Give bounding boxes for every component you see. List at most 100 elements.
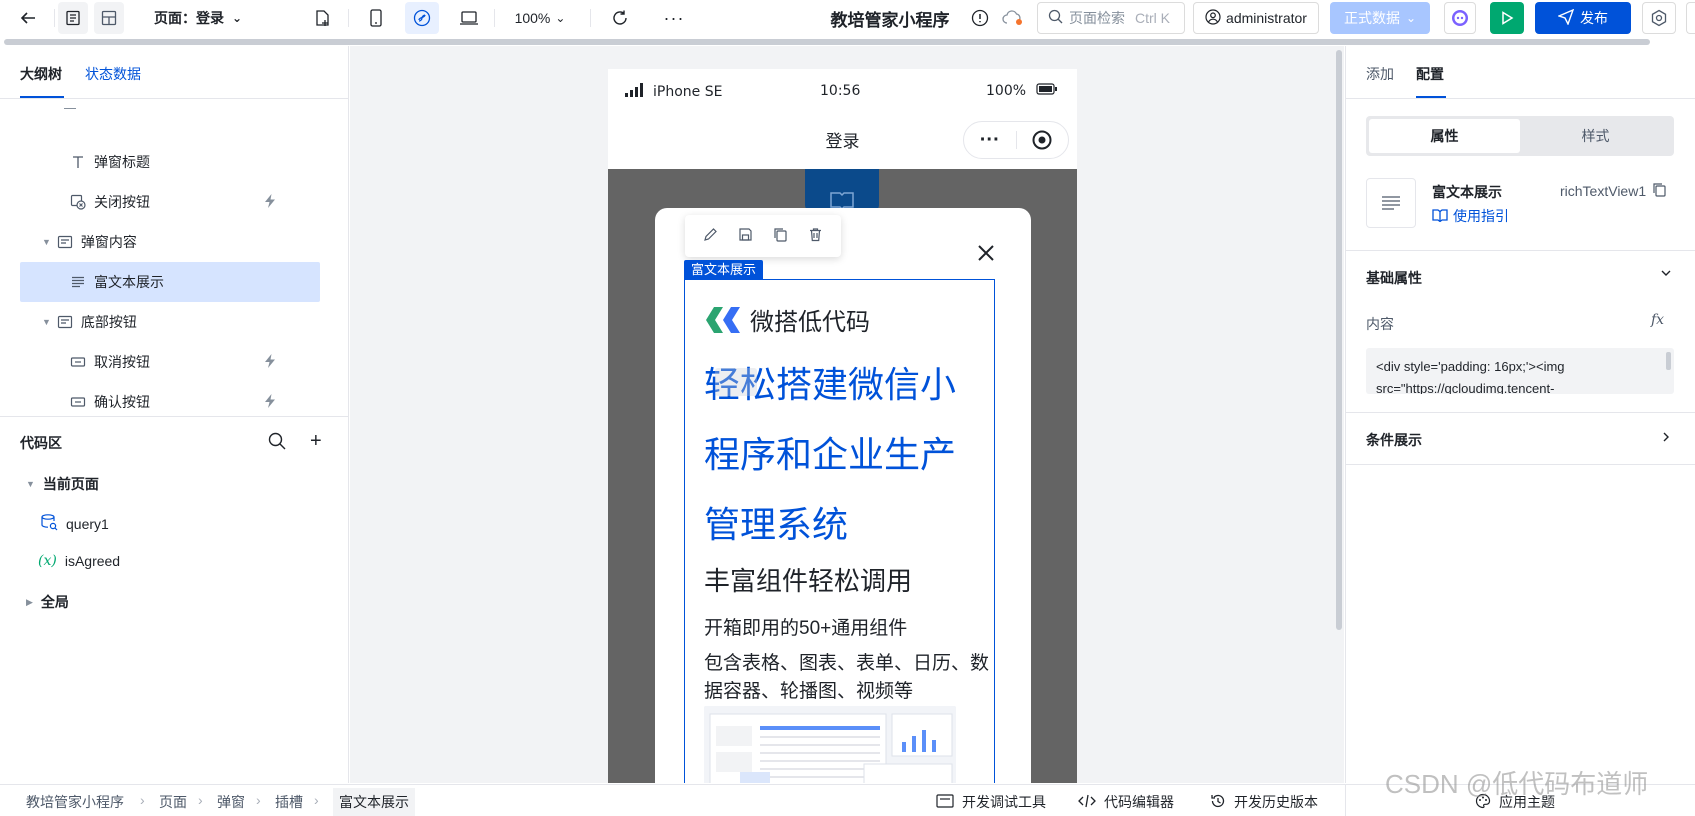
tree-item-close-button[interactable]: 关闭按钮 — [20, 182, 320, 222]
tree-item-modal-title[interactable]: 弹窗标题 — [20, 142, 320, 182]
component-id: richTextView1 — [1560, 182, 1667, 200]
code-line: <div style='padding: 16px;'><img — [1376, 359, 1565, 374]
refresh-icon[interactable] — [606, 2, 634, 34]
page-selector[interactable]: 页面：登录 ⌄ — [148, 2, 248, 34]
usage-guide-link[interactable]: 使用指引 — [1432, 206, 1509, 226]
delete-icon[interactable] — [808, 227, 823, 245]
battery-percent: 100% — [986, 83, 1027, 99]
more-icon[interactable]: ··· — [660, 2, 688, 34]
tree-item-bottom-buttons[interactable]: ▼ 底部按钮 — [20, 302, 320, 342]
overflow-button[interactable] — [1686, 2, 1695, 34]
variable-label: isAgreed — [64, 553, 121, 569]
breadcrumb-slot[interactable]: 插槽 — [275, 792, 303, 812]
desktop-view-icon[interactable] — [454, 2, 484, 34]
component-icon-box — [1366, 178, 1416, 228]
debug-tools-button[interactable]: 开发调试工具 — [936, 792, 1046, 812]
add-icon[interactable]: + — [310, 431, 322, 451]
subheading: 丰富组件轻松调用 — [704, 566, 913, 596]
segment-properties[interactable]: 属性 — [1369, 119, 1520, 153]
tree-group-global[interactable]: ▶ 全局 — [26, 592, 69, 612]
right-panel: 添加 配置 属性 样式 富文本展示 richTextView1 使用指引 基础属… — [1345, 46, 1695, 783]
left-panel: 大纲树 状态数据 弹窗标题 关闭按钮 ▼ 弹窗内容 富文本展示 ▼ 底部按钮 取… — [0, 46, 349, 783]
edit-icon[interactable] — [703, 227, 718, 245]
back-arrow-icon[interactable] — [12, 2, 44, 34]
copy-icon[interactable] — [1652, 182, 1667, 200]
search-icon[interactable] — [268, 432, 286, 453]
more-dots-icon[interactable]: ··· — [964, 130, 1016, 150]
tree-item-label: 底部按钮 — [80, 314, 137, 330]
chevron-right-icon: › — [256, 792, 261, 808]
code-editor-button[interactable]: 代码编辑器 — [1078, 792, 1174, 812]
debug-tools-label: 开发调试工具 — [962, 794, 1046, 810]
code-item-query[interactable]: query1 — [40, 513, 109, 534]
horizontal-scrollbar[interactable] — [4, 39, 1650, 45]
text-icon — [70, 154, 86, 170]
richtext-component[interactable]: 微搭低代码 轻松搭建微信小 程序和企业生产 管理系统 丰富组件轻松调用 开箱即用… — [684, 279, 995, 783]
segment-styles[interactable]: 样式 — [1520, 119, 1671, 153]
canvas-scrollbar[interactable] — [1336, 50, 1342, 630]
mobile-view-icon[interactable] — [362, 2, 390, 34]
user-menu[interactable]: administrator — [1193, 2, 1319, 34]
divider — [1345, 785, 1346, 816]
zoom-select[interactable]: 100% ⌄ — [510, 2, 570, 34]
miniprogram-view-icon[interactable] — [405, 2, 439, 34]
chevron-down-icon[interactable] — [1660, 266, 1672, 282]
settings-icon[interactable] — [1642, 2, 1676, 34]
code-area-title: 代码区 — [20, 435, 62, 451]
phone-battery: 100% — [986, 83, 1058, 99]
breadcrumb-modal[interactable]: 弹窗 — [217, 792, 245, 812]
data-env-select[interactable]: 正式数据 ⌄ — [1330, 2, 1430, 34]
tab-config[interactable]: 配置 — [1416, 64, 1444, 84]
breadcrumb-current[interactable]: 富文本展示 — [333, 788, 415, 816]
event-bolt-icon[interactable] — [262, 353, 278, 372]
formula-fx-icon[interactable]: fx — [1651, 312, 1664, 328]
divider — [1346, 464, 1695, 465]
tab-outline-tree[interactable]: 大纲树 — [20, 64, 62, 84]
variable-icon: (x) — [38, 553, 57, 569]
segmented-control: 属性 样式 — [1366, 116, 1674, 156]
search-overlay-icon — [715, 368, 757, 396]
new-page-icon[interactable] — [308, 2, 336, 34]
copy-icon[interactable] — [773, 227, 788, 245]
caret-down-icon[interactable]: ▼ — [42, 237, 51, 247]
background-card — [805, 169, 879, 211]
tab-state-data[interactable]: 状态数据 — [85, 64, 141, 84]
top-toolbar: 页面：登录 ⌄ 100% ⌄ ··· 教培管家小程序 页面检索 Ctrl K a… — [0, 0, 1695, 38]
tree-group-current-page[interactable]: ▼ 当前页面 — [26, 474, 99, 494]
caret-down-icon[interactable]: ▼ — [42, 317, 51, 327]
capsule-close-icon[interactable] — [1016, 129, 1068, 151]
search-icon — [1048, 9, 1063, 27]
tree-item-richtext-selected[interactable]: 富文本展示 — [20, 262, 320, 302]
brand-logo: 微搭低代码 — [704, 302, 870, 337]
breadcrumb-pages[interactable]: 页面 — [159, 792, 187, 812]
breadcrumb-app[interactable]: 教培管家小程序 — [26, 792, 124, 812]
content-code-input[interactable]: <div style='padding: 16px;'><img src="ht… — [1366, 348, 1674, 394]
component-id-value: richTextView1 — [1560, 183, 1647, 199]
divider — [0, 98, 349, 99]
tab-add[interactable]: 添加 — [1366, 64, 1394, 84]
chevron-right-icon[interactable] — [1660, 430, 1672, 446]
book-icon — [1432, 208, 1448, 225]
capsule-menu[interactable]: ··· — [963, 121, 1069, 159]
tree-item-label: 取消按钮 — [94, 354, 150, 370]
divider — [1346, 98, 1695, 99]
modal-close-icon[interactable] — [977, 244, 995, 265]
body-text: 据容器、轮播图、视频等 — [704, 681, 914, 702]
tree-item-modal-content[interactable]: ▼ 弹窗内容 — [20, 222, 320, 262]
tree-item-cancel-button[interactable]: 取消按钮 — [20, 342, 320, 382]
section-condition-title[interactable]: 条件展示 — [1366, 430, 1422, 450]
section-basic-title[interactable]: 基础属性 — [1366, 268, 1422, 288]
page-outline-icon[interactable] — [58, 2, 88, 34]
history-versions-button[interactable]: 开发历史版本 — [1210, 792, 1318, 812]
event-bolt-icon[interactable] — [262, 193, 278, 212]
layout-icon[interactable] — [94, 2, 124, 34]
info-icon[interactable] — [968, 2, 992, 34]
event-bolt-icon[interactable] — [262, 393, 278, 412]
code-item-variable[interactable]: (x) isAgreed — [38, 553, 120, 569]
run-preview-button[interactable] — [1490, 2, 1524, 34]
page-search-input[interactable]: 页面检索 Ctrl K — [1037, 2, 1185, 34]
code-input-scrollbar[interactable] — [1666, 352, 1671, 370]
ai-assistant-icon[interactable] — [1444, 2, 1476, 34]
publish-button[interactable]: 发布 — [1535, 2, 1631, 34]
save-icon[interactable] — [738, 227, 753, 245]
